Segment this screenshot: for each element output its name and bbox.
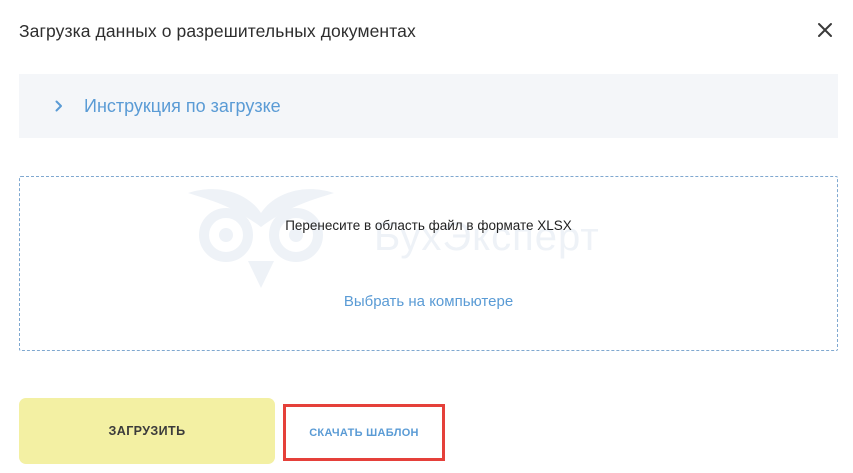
upload-dialog: Загрузка данных о разрешительных докумен…: [0, 0, 853, 473]
accordion-label: Инструкция по загрузке: [84, 95, 281, 116]
owl-logo-icon: [188, 189, 334, 288]
highlight-frame: СКАЧАТЬ ШАБЛОН: [283, 404, 445, 461]
chevron-right-icon: [55, 99, 65, 113]
dropzone-hint: Перенесите в область файл в формате XLSX: [285, 218, 572, 233]
close-icon: [818, 23, 832, 37]
download-template-button[interactable]: СКАЧАТЬ ШАБЛОН: [309, 427, 419, 439]
instruction-accordion[interactable]: Инструкция по загрузке: [19, 74, 838, 138]
close-button[interactable]: [811, 16, 839, 44]
choose-file-link[interactable]: Выбрать на компьютере: [20, 293, 837, 310]
file-dropzone[interactable]: БухЭксперт Перенесите в область файл в ф…: [19, 176, 838, 351]
dialog-title: Загрузка данных о разрешительных докумен…: [19, 21, 416, 41]
upload-button[interactable]: ЗАГРУЗИТЬ: [19, 398, 275, 464]
